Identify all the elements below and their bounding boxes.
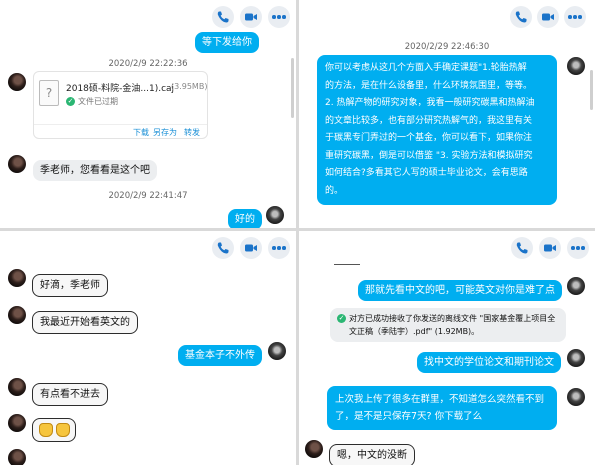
file-received-notice: ✓ 对方已成功接收了你发送的离线文件 "国家基金覆上项目全 文正稿（季陆宇）.p… [330,308,566,342]
more-icon[interactable] [268,6,290,28]
scrollbar[interactable] [590,70,593,110]
message-line: 的方法，是在什么设备里，什么环境氛围里，等等。 [325,80,533,91]
phone-icon[interactable] [511,237,533,259]
message-bubble-incoming: 好滴，季老师 [32,274,108,297]
file-size: (3.95MB) [171,82,208,91]
avatar [567,277,585,295]
message-line: 上次我上传了很多在群里，不知道怎么突然看不到 [335,394,545,405]
video-icon[interactable] [240,6,262,28]
avatar [567,349,585,367]
file-name: 2018硕-料院-金油...1).caj [66,84,175,94]
message-line: 的文章比较多，也有部分研究热解气的，我这里有关 [325,115,533,126]
notice-line: 对方已成功接收了你发送的离线文件 "国家基金覆上项目全 [349,314,556,323]
message-bubble-incoming [32,418,76,442]
message-line: 的。 [325,185,344,196]
message-bubble-outgoing: 基金本子不外传 [178,345,262,366]
message-bubble-incoming: 我最近开始看英文的 [32,311,138,334]
video-icon[interactable] [539,237,561,259]
avatar [567,57,585,75]
file-actions: 下载 另存为 转发 [34,124,207,138]
avatar [8,378,26,396]
chat-panel-4: 那就先看中文的吧，可能英文对你是难了点 ✓ 对方已成功接收了你发送的离线文件 "… [299,231,595,465]
phone-icon[interactable] [212,6,234,28]
avatar [8,73,26,91]
file-attachment[interactable]: ? 2018硕-料院-金油...1).caj (3.95MB) ✓ 文件已过期 … [33,71,208,139]
message-bubble-incoming: 季老师，您看看是这个吧 [33,160,157,181]
avatar [8,414,26,432]
message-line: 重研究碳黑，倒是可以借鉴 "3. 实验方法和模拟研究 [325,150,533,161]
avatar [8,449,26,465]
avatar [266,206,284,224]
notice-line: 文正稿（季陆宇）.pdf" (1.92MB)。 [349,327,480,336]
message-line: 了，是不是只保存7天? 你下载了么 [335,411,483,422]
message-line: 如何结合?多看其它人写的硕士毕业论文，会有思路 [325,168,528,178]
avatar [305,440,323,458]
chat-panel-1: 等下发给你 2020/2/9 22:22:36 ? 2018硕-料院-金油...… [0,0,296,228]
message-bubble-incoming: 嗯，中文的没断 [329,444,415,465]
scrollbar[interactable] [291,58,294,118]
message-bubble-outgoing: 找中文的学位论文和期刊论文 [417,352,561,373]
timestamp: 2020/2/9 22:41:47 [108,191,188,201]
download-link[interactable]: 下载 [133,127,149,138]
avatar [8,155,26,173]
message-bubble-outgoing: 上次我上传了很多在群里，不知道怎么突然看不到 了，是不是只保存7天? 你下载了么 [327,386,557,430]
message-bubble-incoming: 有点看不进去 [32,383,108,406]
video-icon[interactable] [537,6,559,28]
message-line: 于碳黑专门弄过的一个基金，你可以看下，如果你注 [325,133,533,143]
avatar [8,306,26,324]
more-icon[interactable] [567,237,589,259]
ok-hand-icon [39,423,53,437]
chat-panel-3: 好滴，季老师 我最近开始看英文的 基金本子不外传 有点看不进去 [0,231,296,465]
message-bubble-outgoing: 你可以考虑从这几个方面入手确定课题"1.轮胎热解 的方法，是在什么设备里，什么环… [317,55,557,205]
forward-link[interactable]: 转发 [184,127,200,138]
check-icon: ✓ [66,97,75,106]
more-icon[interactable] [268,237,290,259]
avatar [8,269,26,287]
more-icon[interactable] [564,6,586,28]
unknown-file-icon: ? [39,80,59,106]
chat-panel-2: 2020/2/29 22:46:30 你可以考虑从这几个方面入手确定课题"1.轮… [299,0,595,228]
save-as-link[interactable]: 另存为 [153,127,177,138]
divider [334,264,360,265]
phone-icon[interactable] [212,237,234,259]
avatar [567,388,585,406]
message-bubble-outgoing: 等下发给你 [195,32,259,53]
check-icon: ✓ [337,314,346,323]
phone-icon[interactable] [510,6,532,28]
file-status: 文件已过期 [78,97,118,106]
ok-hand-icon [56,423,70,437]
message-line: 你可以考虑从这几个方面入手确定课题"1.轮胎热解 [325,63,527,73]
message-bubble-outgoing: 那就先看中文的吧，可能英文对你是难了点 [358,280,562,301]
avatar [268,342,286,360]
video-icon[interactable] [240,237,262,259]
message-bubble-outgoing: 好的 [228,209,262,228]
message-line: 2. 热解产物的研究对象，我看一般研究碳黑和热解油 [325,98,535,108]
timestamp: 2020/2/9 22:22:36 [108,59,188,69]
timestamp: 2020/2/29 22:46:30 [404,42,490,52]
